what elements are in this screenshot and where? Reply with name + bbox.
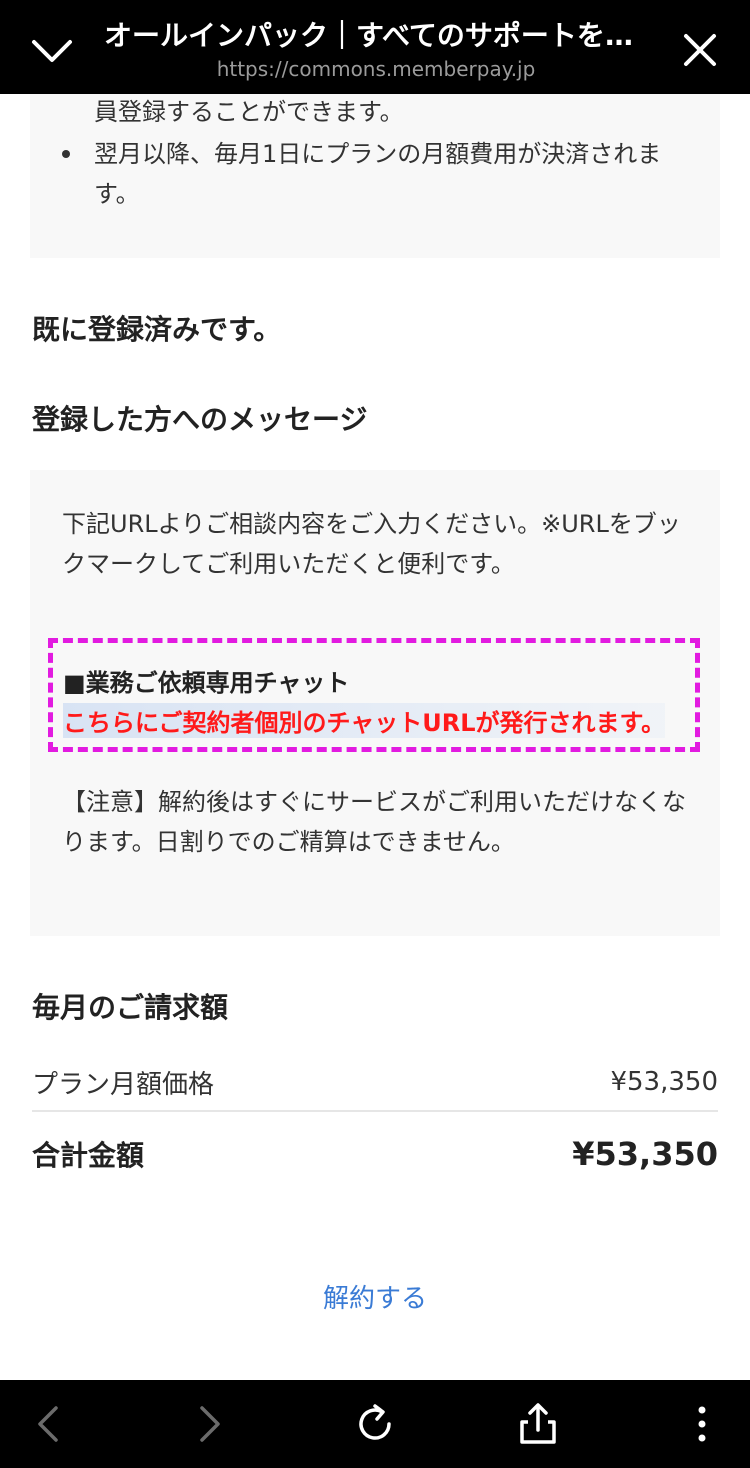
cancel-subscription-link[interactable]: 解約する [0,1278,750,1315]
chevron-down-icon[interactable] [30,30,74,70]
page-url: https://commons.memberpay.jp [216,57,536,81]
total-value: ¥53,350 [572,1135,718,1173]
total-price-row: 合計金額 ¥53,350 [32,1124,718,1184]
back-icon[interactable] [26,1402,70,1446]
browser-toolbar [0,1380,750,1468]
message-box: 下記URLよりご相談内容をご入力ください。※URLをブックマークしてご利用いただ… [30,470,720,936]
page-content: 員登録することができます。 翌月以降、毎月1日にプランの月額費用が決済されます。… [0,94,750,1380]
plan-price-value: ¥53,350 [610,1067,718,1097]
divider [32,1110,718,1112]
forward-icon[interactable] [188,1402,232,1446]
share-icon[interactable] [516,1402,560,1446]
chat-highlight-box: ■業務ご依頼専用チャット こちらにご契約者個別のチャットURLが発行されます。 [48,638,700,752]
page-title: オールインパック｜すべてのサポートを利… [104,19,648,52]
registered-heading: 既に登録済みです。 [32,313,282,346]
plan-price-label: プラン月額価格 [32,1069,215,1100]
chat-label: ■業務ご依頼専用チャット [63,669,350,697]
close-icon[interactable] [680,30,720,70]
reload-icon[interactable] [353,1402,397,1446]
browser-header: オールインパック｜すべてのサポートを利… https://commons.mem… [0,0,750,94]
billing-heading: 毎月のご請求額 [32,991,229,1024]
notes-bullet-text: 翌月以降、毎月1日にプランの月額費用が決済されます。 [94,140,662,208]
bullet-dot [62,150,70,158]
more-icon[interactable] [680,1402,724,1446]
chat-url-text[interactable]: こちらにご契約者個別のチャットURLが発行されます。 [63,703,666,738]
caution-text: 【注意】解約後はすぐにサービスがご利用いただけなくなります。日割りでのご精算はで… [62,788,686,856]
notes-box: 員登録することができます。 翌月以降、毎月1日にプランの月額費用が決済されます。 [30,94,720,258]
message-intro: 下記URLよりご相談内容をご入力ください。※URLをブックマークしてご利用いただ… [62,510,681,578]
notes-fragment: 員登録することができます。 [94,98,404,126]
total-label: 合計金額 [32,1139,145,1172]
message-heading: 登録した方へのメッセージ [32,403,368,436]
plan-price-row: プラン月額価格 ¥53,350 [32,1054,718,1110]
